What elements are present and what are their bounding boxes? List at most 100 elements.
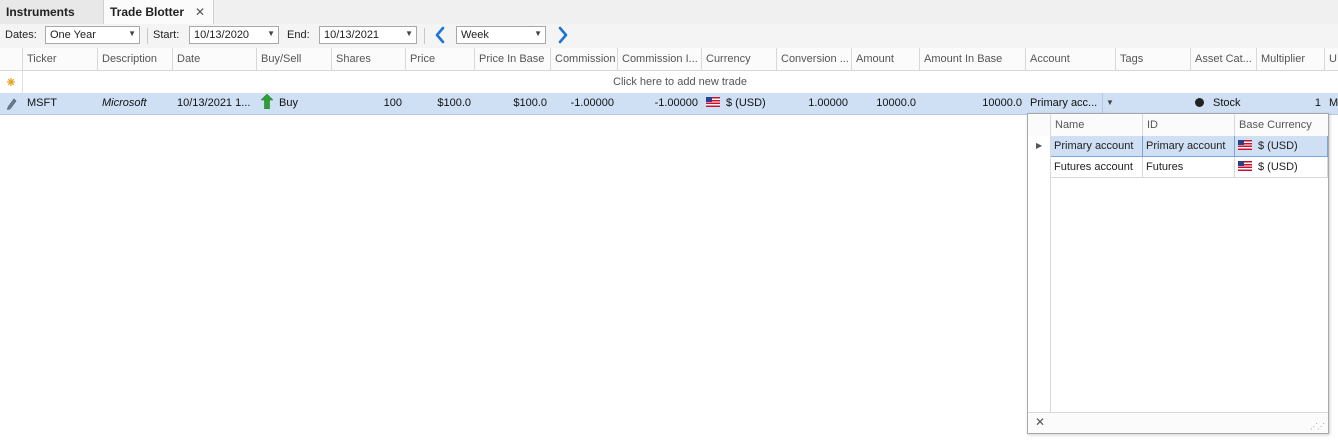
popup-indicator-divider bbox=[1050, 178, 1051, 413]
column-header-shares[interactable]: Shares bbox=[332, 48, 406, 70]
filter-toolbar: Dates: One Year ▼ Start: 10/13/2020 ▼ En… bbox=[0, 24, 1338, 49]
popup-header-id[interactable]: ID bbox=[1143, 114, 1235, 136]
column-header-truncated[interactable]: U bbox=[1325, 48, 1338, 70]
cell-multiplier[interactable]: 1 bbox=[1257, 93, 1325, 114]
popup-footer: ✕ ⋰⋰ bbox=[1028, 412, 1328, 433]
column-header-multiplier[interactable]: Multiplier bbox=[1257, 48, 1325, 70]
account-dropdown-button[interactable]: ▼ bbox=[1102, 93, 1116, 114]
popup-header-base-currency[interactable]: Base Currency bbox=[1235, 114, 1328, 136]
cell-account[interactable]: Primary acc... bbox=[1026, 93, 1102, 114]
popup-header: Name ID Base Currency bbox=[1028, 114, 1328, 137]
new-row-star-icon bbox=[7, 78, 15, 86]
dates-label: Dates: bbox=[5, 29, 37, 41]
pencil-edit-icon bbox=[7, 98, 17, 110]
column-header-amount[interactable]: Amount bbox=[852, 48, 920, 70]
grid-header: Ticker Description Date Buy/Sell Shares … bbox=[0, 48, 1338, 71]
period-dropdown[interactable]: Week ▼ bbox=[456, 26, 546, 44]
divider bbox=[147, 28, 148, 44]
account-name[interactable]: Futures account bbox=[1051, 157, 1143, 178]
cell-asset-category[interactable]: Stock bbox=[1191, 93, 1257, 114]
buy-sell-value: Buy bbox=[279, 97, 298, 109]
account-currency[interactable]: $ (USD) bbox=[1235, 136, 1328, 157]
tab-trade-blotter[interactable]: Trade Blotter ✕ bbox=[104, 0, 214, 24]
column-header-price-in-base[interactable]: Price In Base bbox=[475, 48, 551, 70]
column-header-account[interactable]: Account bbox=[1026, 48, 1116, 70]
column-header-description[interactable]: Description bbox=[98, 48, 173, 70]
account-id[interactable]: Primary account bbox=[1143, 136, 1235, 157]
dates-dropdown[interactable]: One Year ▼ bbox=[45, 26, 140, 44]
account-id[interactable]: Futures bbox=[1143, 157, 1235, 178]
cell-date[interactable]: 10/13/2021 1... bbox=[173, 93, 257, 114]
previous-period-icon[interactable] bbox=[432, 25, 448, 45]
cell-buy-sell[interactable]: Buy bbox=[257, 93, 332, 114]
us-flag-icon bbox=[706, 97, 720, 107]
account-row-primary[interactable]: ▶ Primary account Primary account $ (USD… bbox=[1028, 136, 1328, 157]
column-header-tags[interactable]: Tags bbox=[1116, 48, 1191, 70]
end-date-value: 10/13/2021 bbox=[324, 29, 380, 41]
end-date-picker[interactable]: 10/13/2021 ▼ bbox=[319, 26, 417, 44]
asset-category-value: Stock bbox=[1213, 97, 1241, 109]
account-currency[interactable]: $ (USD) bbox=[1235, 157, 1328, 178]
column-header-price[interactable]: Price bbox=[406, 48, 475, 70]
end-label: End: bbox=[287, 29, 310, 41]
buy-arrow-icon bbox=[260, 93, 274, 110]
column-header-amount-in-base[interactable]: Amount In Base bbox=[920, 48, 1026, 70]
row-indicator: ▶ bbox=[1028, 136, 1051, 157]
cell-conversion[interactable]: 1.00000 bbox=[777, 93, 852, 114]
close-icon[interactable]: ✕ bbox=[1035, 415, 1045, 429]
column-header-ticker[interactable]: Ticker bbox=[23, 48, 98, 70]
account-name[interactable]: Primary account bbox=[1051, 136, 1143, 157]
tab-label: Trade Blotter bbox=[110, 5, 185, 19]
column-header-asset-category[interactable]: Asset Cat... bbox=[1191, 48, 1257, 70]
chevron-down-icon: ▼ bbox=[405, 29, 413, 38]
cell-commission[interactable]: -1.00000 bbox=[551, 93, 618, 114]
resize-grip-icon[interactable]: ⋰⋰ bbox=[1310, 422, 1325, 431]
account-lookup-popup: Name ID Base Currency ▶ Primary account … bbox=[1027, 113, 1329, 434]
currency-value: $ (USD) bbox=[1258, 140, 1298, 152]
next-period-icon[interactable] bbox=[555, 25, 571, 45]
column-header-buy-sell[interactable]: Buy/Sell bbox=[257, 48, 332, 70]
row-indicator bbox=[0, 93, 23, 114]
cell-amount[interactable]: 10000.0 bbox=[852, 93, 920, 114]
chevron-down-icon: ▼ bbox=[128, 29, 136, 38]
column-header-date[interactable]: Date bbox=[173, 48, 257, 70]
cell-truncated[interactable]: M bbox=[1325, 93, 1338, 114]
stock-dot-icon bbox=[1195, 98, 1204, 107]
chevron-down-icon: ▼ bbox=[534, 29, 542, 38]
start-label: Start: bbox=[153, 29, 180, 41]
row-indicator-header bbox=[0, 48, 23, 70]
cell-price[interactable]: $100.0 bbox=[406, 93, 475, 114]
row-indicator bbox=[1028, 157, 1051, 178]
cell-ticker[interactable]: MSFT bbox=[23, 93, 98, 114]
column-header-currency[interactable]: Currency bbox=[702, 48, 777, 70]
cell-commission-in-base[interactable]: -1.00000 bbox=[618, 93, 702, 114]
table-row[interactable]: MSFT Microsoft 10/13/2021 1... Buy 100 $… bbox=[0, 93, 1338, 115]
cell-currency[interactable]: $ (USD) bbox=[702, 93, 777, 114]
popup-row-indicator-header bbox=[1028, 114, 1051, 136]
us-flag-icon bbox=[1238, 140, 1252, 150]
cell-shares[interactable]: 100 bbox=[332, 93, 406, 114]
column-header-conversion[interactable]: Conversion ... bbox=[777, 48, 852, 70]
start-date-picker[interactable]: 10/13/2020 ▼ bbox=[189, 26, 279, 44]
new-item-row[interactable]: Click here to add new trade bbox=[0, 71, 1338, 94]
cell-description[interactable]: Microsoft bbox=[98, 93, 173, 114]
period-value: Week bbox=[461, 29, 489, 41]
chevron-down-icon: ▼ bbox=[1106, 98, 1114, 107]
start-date-value: 10/13/2020 bbox=[194, 29, 250, 41]
chevron-down-icon: ▼ bbox=[267, 29, 275, 38]
column-header-commission[interactable]: Commission bbox=[551, 48, 618, 70]
column-header-commission-in-base[interactable]: Commission I... bbox=[618, 48, 702, 70]
currency-value: $ (USD) bbox=[1258, 161, 1298, 173]
popup-header-name[interactable]: Name bbox=[1051, 114, 1143, 136]
cell-amount-in-base[interactable]: 10000.0 bbox=[920, 93, 1026, 114]
us-flag-icon bbox=[1238, 161, 1252, 171]
current-row-arrow-icon: ▶ bbox=[1036, 141, 1043, 150]
close-icon[interactable]: ✕ bbox=[195, 0, 205, 24]
new-row-hint[interactable]: Click here to add new trade bbox=[22, 71, 1338, 93]
tab-label: Instruments bbox=[6, 5, 75, 19]
currency-value: $ (USD) bbox=[726, 97, 766, 109]
account-row-futures[interactable]: Futures account Futures $ (USD) bbox=[1028, 157, 1328, 178]
tab-instruments[interactable]: Instruments bbox=[0, 0, 104, 24]
cell-price-in-base[interactable]: $100.0 bbox=[475, 93, 551, 114]
divider bbox=[424, 28, 425, 44]
